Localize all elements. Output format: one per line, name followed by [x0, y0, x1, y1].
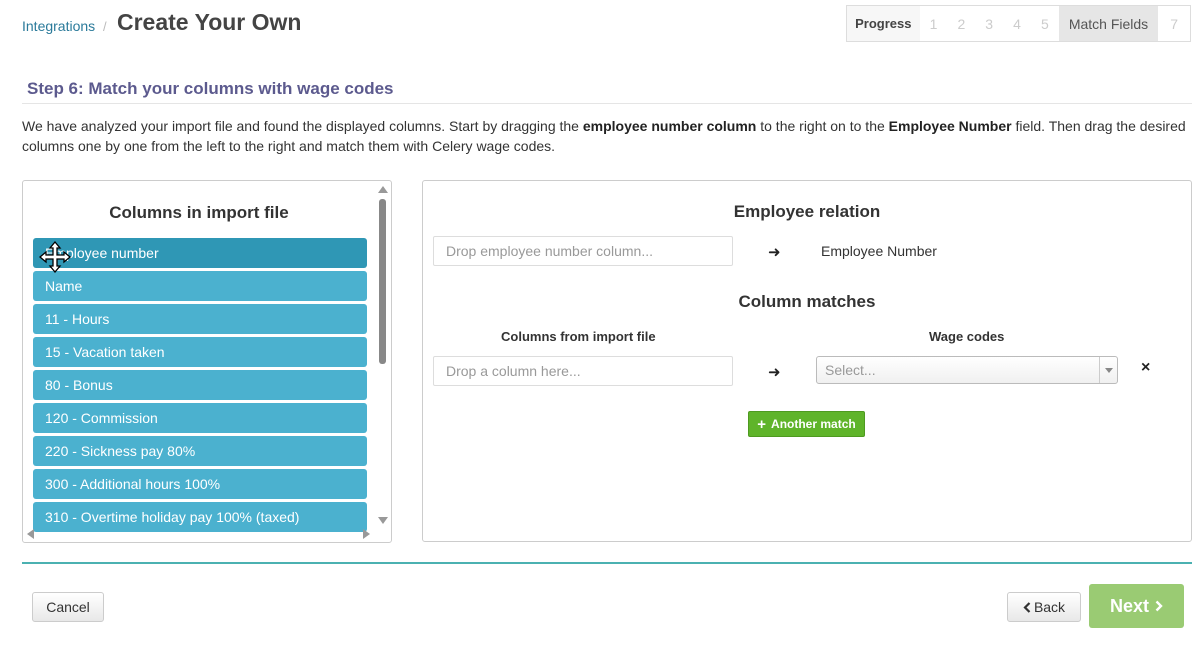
progress-step-5: 5	[1040, 15, 1049, 32]
next-button[interactable]: Next	[1089, 584, 1184, 628]
footer-divider	[22, 562, 1192, 564]
column-item-hours[interactable]: 11 - Hours	[33, 304, 367, 334]
scroll-right-arrow-icon[interactable]	[363, 529, 370, 539]
progress-step-4: 4	[1013, 15, 1021, 32]
column-item-additional-hours[interactable]: 300 - Additional hours 100%	[33, 469, 367, 499]
another-match-label: Another match	[771, 417, 856, 431]
column-item-employee-number[interactable]: Employee number	[33, 238, 367, 268]
progress-step-1: 1	[929, 15, 938, 32]
chevron-right-icon	[1155, 600, 1163, 612]
breadcrumb-integrations-link[interactable]: Integrations	[22, 18, 95, 34]
progress-indicator: Progress 1 2 3 4 5 Match Fields 7	[846, 5, 1191, 42]
scroll-down-arrow-icon[interactable]	[378, 517, 388, 524]
move-cursor-icon	[39, 241, 71, 273]
arrow-right-icon: ➜	[768, 244, 781, 261]
column-item-vacation-taken[interactable]: 15 - Vacation taken	[33, 337, 367, 367]
scrollbar-thumb[interactable]	[379, 199, 386, 364]
column-item-sickness-pay[interactable]: 220 - Sickness pay 80%	[33, 436, 367, 466]
wage-code-select-placeholder: Select...	[825, 362, 876, 378]
instructions-part-2: to the right on to the	[756, 118, 889, 134]
step-divider	[22, 103, 1192, 104]
remove-match-icon[interactable]: ×	[1141, 359, 1150, 377]
top-bar: Integrations / Create Your Own Progress …	[0, 0, 1203, 48]
vertical-scrollbar[interactable]	[374, 181, 391, 526]
progress-label: Progress	[847, 6, 920, 41]
step-heading: Step 6: Match your columns with wage cod…	[27, 79, 394, 98]
instructions-bold-employee-column: employee number column	[582, 118, 757, 134]
page-title: Create Your Own	[117, 9, 302, 35]
breadcrumb-separator: /	[103, 19, 107, 34]
column-drop-zone[interactable]: Drop a column here...	[433, 356, 733, 386]
instructions-text: We have analyzed your import file and fo…	[22, 116, 1197, 156]
import-columns-panel: Columns in import file Employee number N…	[22, 180, 392, 543]
column-item-name[interactable]: Name	[33, 271, 367, 301]
import-columns-list: Employee number Name 11 - Hours 15 - Vac…	[33, 238, 367, 535]
progress-step-7: 7	[1170, 15, 1179, 32]
progress-step-2: 2	[957, 15, 966, 32]
progress-step-3: 3	[985, 15, 994, 32]
another-match-button[interactable]: + Another match	[748, 411, 865, 437]
next-label: Next	[1109, 595, 1149, 616]
back-label: Back	[1033, 599, 1066, 615]
employee-number-drop-zone[interactable]: Drop employee number column...	[433, 236, 733, 266]
employee-relation-title: Employee relation	[733, 202, 881, 221]
arrow-right-icon: ➜	[768, 364, 781, 381]
cancel-button[interactable]: Cancel	[32, 592, 104, 622]
wage-codes-header: Wage codes	[929, 329, 1005, 344]
horizontal-scrollbar[interactable]	[23, 525, 375, 542]
back-button[interactable]: Back	[1007, 592, 1081, 622]
instructions-part-1: We have analyzed your import file and fo…	[22, 118, 583, 134]
column-matches-title: Column matches	[738, 292, 876, 311]
scroll-up-arrow-icon[interactable]	[378, 186, 388, 193]
progress-step-match-fields: Match Fields	[1058, 6, 1159, 41]
chevron-down-icon[interactable]	[1099, 357, 1117, 383]
scroll-left-arrow-icon[interactable]	[27, 529, 34, 539]
column-item-commission[interactable]: 120 - Commission	[33, 403, 367, 433]
employee-number-field-label: Employee Number	[821, 243, 937, 259]
instructions-bold-employee-number: Employee Number	[888, 118, 1012, 134]
import-columns-title: Columns in import file	[109, 203, 289, 222]
wage-code-select[interactable]: Select...	[816, 356, 1118, 384]
chevron-left-icon	[1023, 601, 1031, 613]
match-panel: Employee relation Drop employee number c…	[422, 180, 1192, 542]
column-item-bonus[interactable]: 80 - Bonus	[33, 370, 367, 400]
cancel-label: Cancel	[46, 599, 90, 615]
columns-from-file-header: Columns from import file	[501, 329, 656, 344]
plus-icon: +	[757, 415, 767, 433]
